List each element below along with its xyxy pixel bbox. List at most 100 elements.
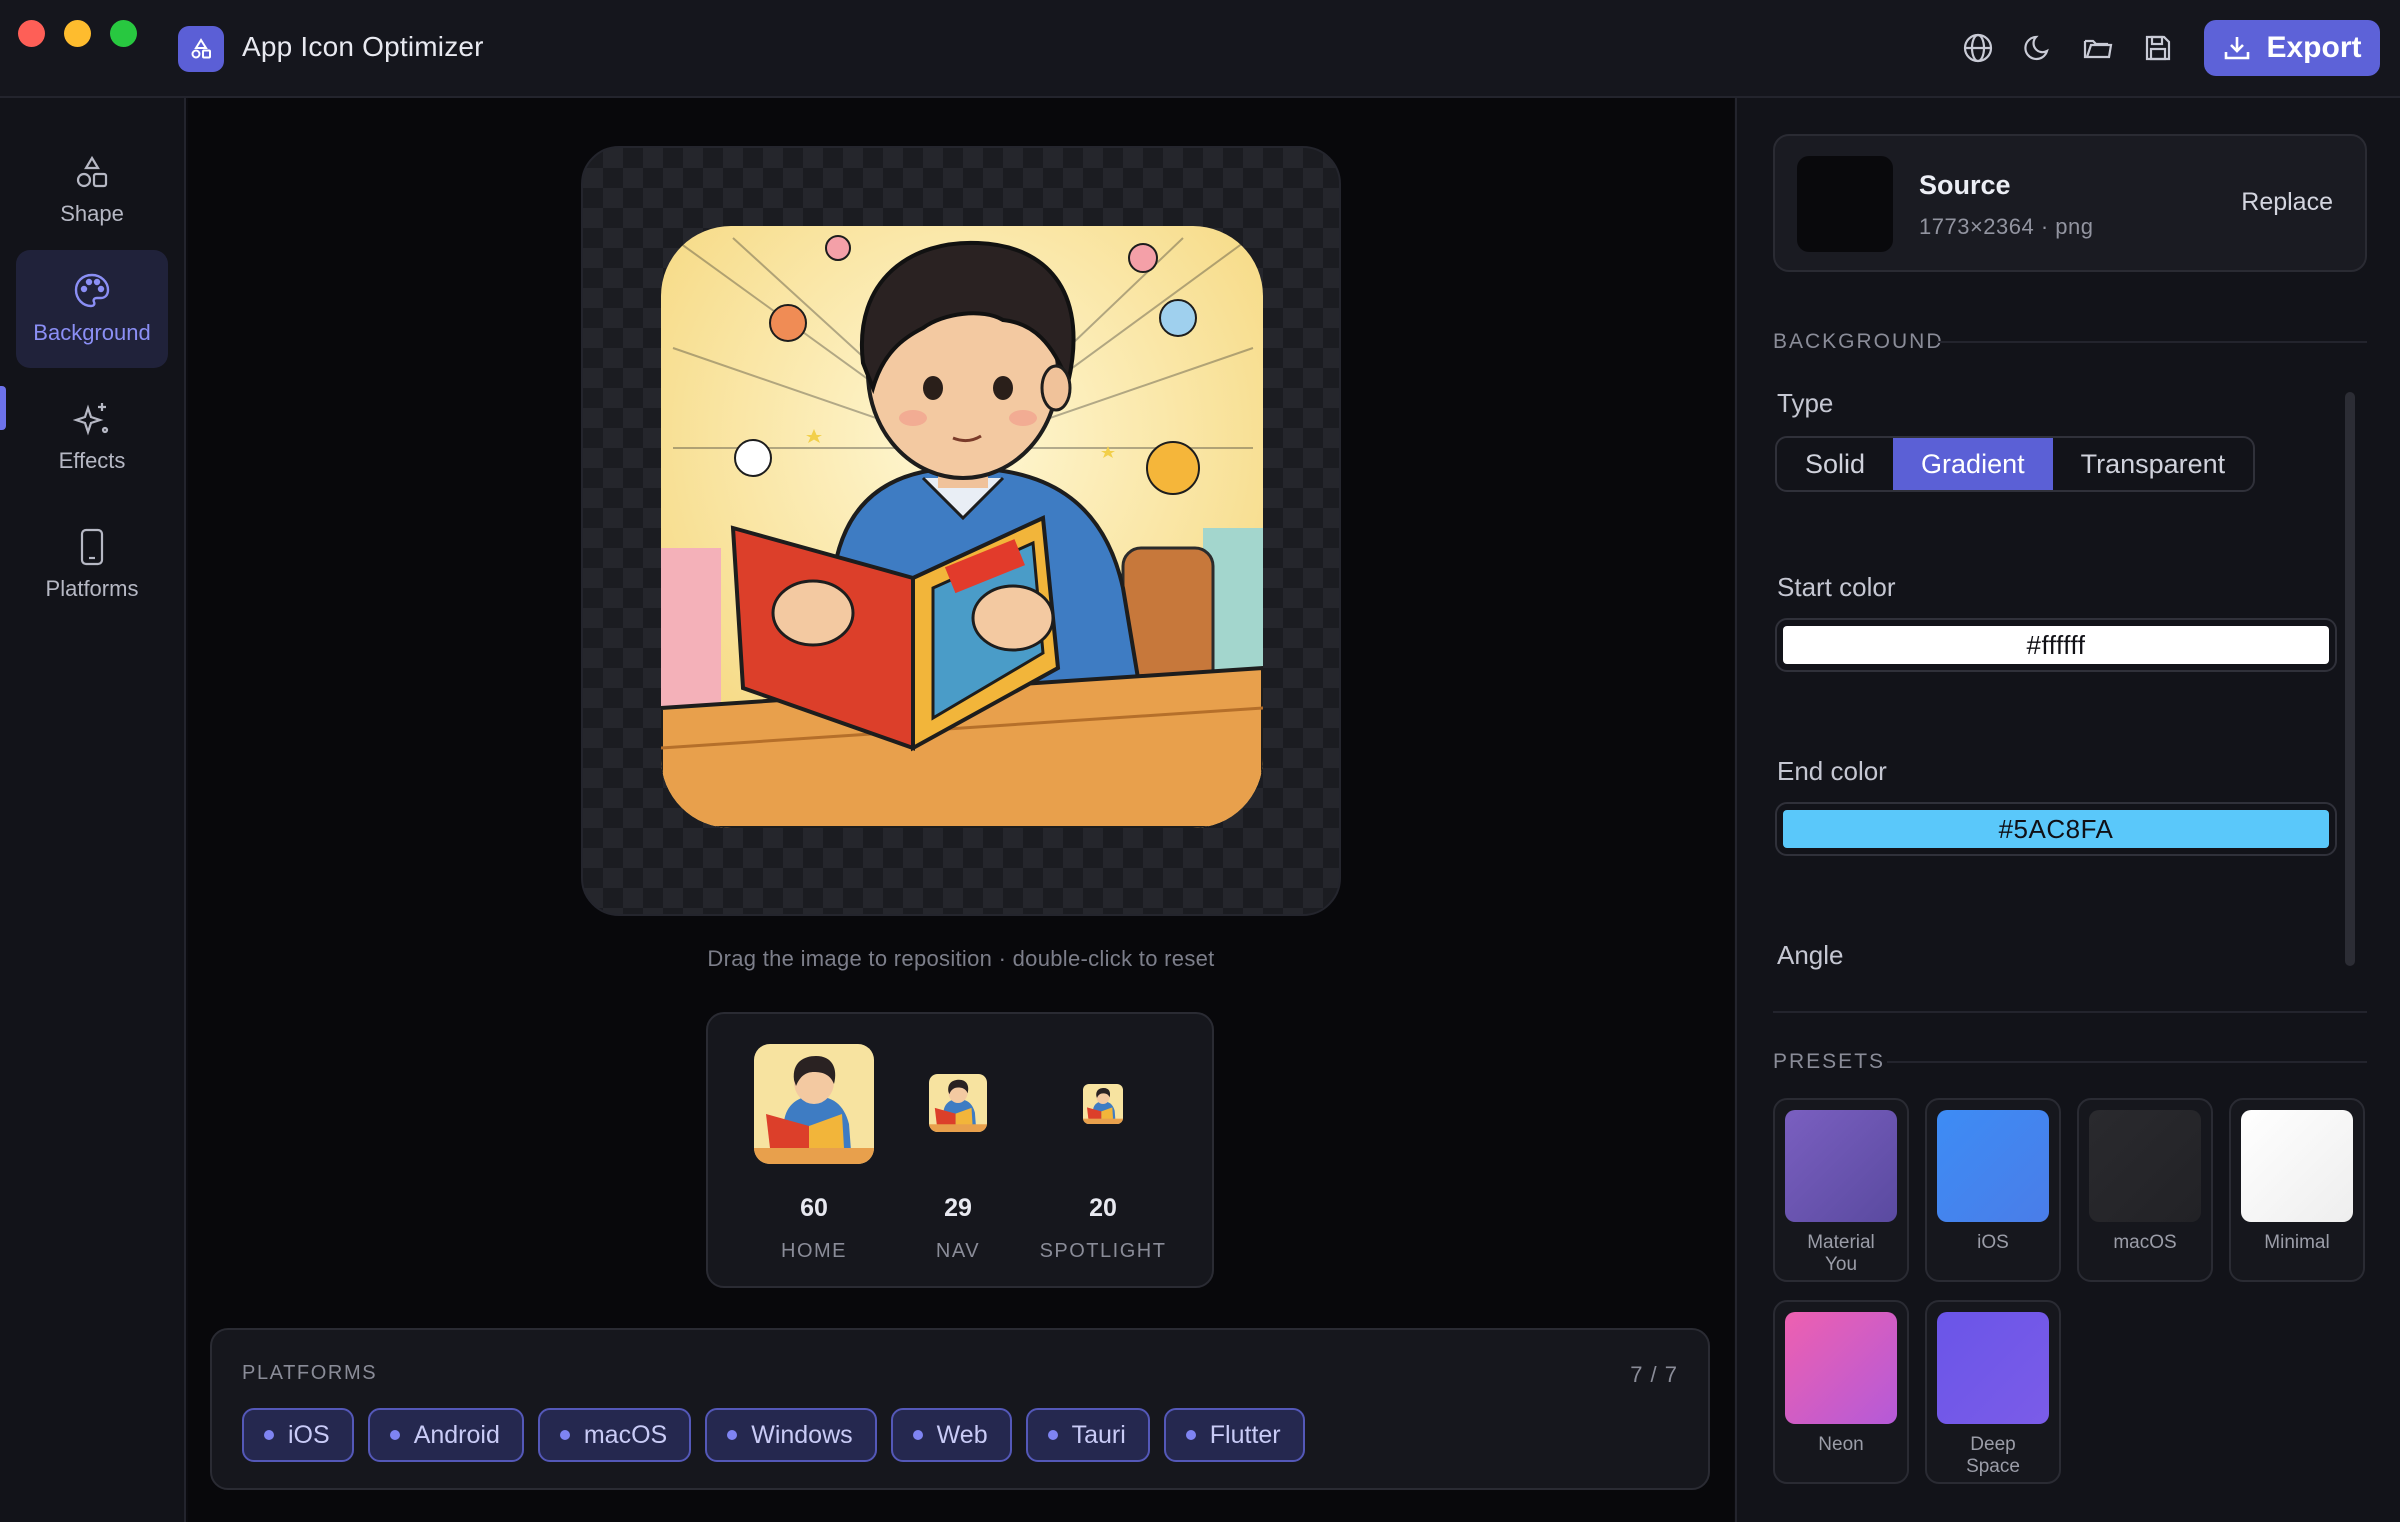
moon-icon[interactable] bbox=[2020, 30, 2056, 66]
chip-dot-icon bbox=[727, 1430, 738, 1440]
source-title: Source bbox=[1919, 170, 2011, 200]
chip-label: Android bbox=[413, 1420, 500, 1449]
preview-size: 60 bbox=[800, 1194, 828, 1222]
icon-canvas[interactable] bbox=[581, 146, 1341, 916]
platforms-card: PLATFORMS 7 / 7 iOS Android macOS Window… bbox=[210, 1328, 1710, 1490]
sidebar-item-label: Background bbox=[33, 320, 151, 345]
preset-label: Minimal bbox=[2264, 1232, 2330, 1253]
shapes-icon bbox=[76, 155, 108, 188]
preset-swatch bbox=[1937, 1110, 2049, 1222]
section-divider bbox=[1773, 1011, 2367, 1013]
preset-label: iOS bbox=[1977, 1232, 2009, 1253]
chip-label: Web bbox=[936, 1420, 988, 1449]
download-icon bbox=[2225, 37, 2250, 60]
type-option-gradient[interactable]: Gradient bbox=[1893, 438, 2053, 490]
start-color-field[interactable]: #ffffff bbox=[1775, 618, 2337, 672]
preset-label: macOS bbox=[2113, 1232, 2177, 1253]
preset-label: Material You bbox=[1807, 1232, 1875, 1275]
minimize-window-button[interactable] bbox=[64, 20, 91, 47]
preset-ios[interactable]: iOS bbox=[1925, 1098, 2061, 1282]
replace-button[interactable]: Replace bbox=[2241, 188, 2333, 217]
preset-material-you[interactable]: Material You bbox=[1773, 1098, 1909, 1282]
presets-section-label: PRESETS bbox=[1773, 1050, 1886, 1073]
source-meta: 1773×2364 · png bbox=[1919, 214, 2094, 239]
chip-dot-icon bbox=[912, 1430, 923, 1440]
preset-deep-space[interactable]: Deep Space bbox=[1925, 1300, 2061, 1484]
sidebar-item-background[interactable]: Background bbox=[16, 250, 168, 368]
preset-swatch bbox=[1785, 1110, 1897, 1222]
platform-chip-macos[interactable]: macOS bbox=[537, 1408, 692, 1462]
platform-chip-web[interactable]: Web bbox=[890, 1408, 1012, 1462]
end-color-value: #5AC8FA bbox=[1783, 810, 2329, 848]
sidebar-item-effects[interactable]: Effects bbox=[16, 378, 168, 496]
nav-icon-preview bbox=[929, 1074, 987, 1132]
start-color-value: #ffffff bbox=[1783, 626, 2329, 664]
preset-macos[interactable]: macOS bbox=[2077, 1098, 2213, 1282]
platform-chip-flutter[interactable]: Flutter bbox=[1163, 1408, 1305, 1462]
section-divider bbox=[1887, 1061, 2367, 1063]
sidebar-item-label: Effects bbox=[58, 448, 126, 473]
zoom-window-button[interactable] bbox=[110, 20, 137, 47]
preview-label: SPOTLIGHT bbox=[1039, 1240, 1167, 1262]
platform-chip-ios[interactable]: iOS bbox=[242, 1408, 354, 1462]
preset-neon[interactable]: Neon bbox=[1773, 1300, 1909, 1484]
preset-label: Deep Space bbox=[1966, 1434, 2020, 1477]
title-bar: App Icon Optimizer Export bbox=[0, 0, 2400, 98]
device-icon bbox=[80, 528, 104, 566]
type-option-solid[interactable]: Solid bbox=[1777, 438, 1893, 490]
sidebar-item-label: Shape bbox=[60, 201, 124, 226]
background-section-label: BACKGROUND bbox=[1773, 330, 1944, 353]
chip-dot-icon bbox=[1185, 1430, 1196, 1440]
preview-size: 20 bbox=[1089, 1194, 1117, 1222]
panel-scrollbar[interactable] bbox=[2345, 392, 2355, 966]
platform-chip-android[interactable]: Android bbox=[367, 1408, 524, 1462]
chip-dot-icon bbox=[1047, 1430, 1058, 1440]
chip-label: macOS bbox=[583, 1420, 668, 1449]
save-icon[interactable] bbox=[2140, 30, 2176, 66]
source-card: Source 1773×2364 · png Replace bbox=[1773, 134, 2367, 272]
chip-label: Flutter bbox=[1209, 1420, 1281, 1449]
platforms-title: PLATFORMS bbox=[242, 1362, 378, 1384]
export-button[interactable]: Export bbox=[2204, 20, 2380, 76]
preset-swatch bbox=[2089, 1110, 2201, 1222]
platform-chip-tauri[interactable]: Tauri bbox=[1025, 1408, 1150, 1462]
export-label: Export bbox=[2266, 31, 2362, 64]
sidebar-item-shape[interactable]: Shape bbox=[16, 132, 168, 250]
globe-icon[interactable] bbox=[1960, 30, 1996, 66]
close-window-button[interactable] bbox=[18, 20, 45, 47]
sidebar-item-platforms[interactable]: Platforms bbox=[16, 506, 168, 624]
app-logo-icon bbox=[178, 26, 224, 72]
palette-icon bbox=[74, 273, 110, 308]
type-label: Type bbox=[1777, 388, 1834, 418]
sidebar: Shape Background Effects Platforms bbox=[0, 98, 186, 1522]
canvas-hint: Drag the image to reposition · double-cl… bbox=[707, 946, 1215, 971]
start-color-label: Start color bbox=[1777, 572, 1896, 602]
size-preview-card: 60 HOME 29 NAV 20 SPOTLIGHT bbox=[706, 1012, 1214, 1288]
preset-swatch bbox=[1937, 1312, 2049, 1424]
platform-chip-windows[interactable]: Windows bbox=[705, 1408, 877, 1462]
spotlight-icon-preview bbox=[1083, 1084, 1123, 1124]
chip-label: Tauri bbox=[1071, 1420, 1126, 1449]
platforms-count: 7 / 7 bbox=[1630, 1362, 1678, 1387]
end-color-field[interactable]: #5AC8FA bbox=[1775, 802, 2337, 856]
chip-label: Windows bbox=[751, 1420, 853, 1449]
platform-chip-list: iOS Android macOS Windows Web Tauri Flut… bbox=[242, 1408, 1305, 1462]
preset-swatch bbox=[1785, 1312, 1897, 1424]
type-option-transparent[interactable]: Transparent bbox=[2053, 438, 2254, 490]
chip-dot-icon bbox=[264, 1430, 274, 1440]
background-type-segmented-control: Solid Gradient Transparent bbox=[1775, 436, 2256, 492]
chip-label: iOS bbox=[288, 1420, 330, 1449]
preset-minimal[interactable]: Minimal bbox=[2229, 1098, 2365, 1282]
preview-label: HOME bbox=[781, 1240, 847, 1262]
active-nav-indicator bbox=[0, 386, 6, 430]
inspector-panel: Source 1773×2364 · png Replace BACKGROUN… bbox=[1735, 98, 2400, 1522]
home-icon-preview bbox=[754, 1044, 874, 1164]
preset-label: Neon bbox=[1818, 1434, 1864, 1455]
icon-artwork-image[interactable] bbox=[583, 148, 1341, 916]
preset-swatch bbox=[2241, 1110, 2353, 1222]
main-workspace: Drag the image to reposition · double-cl… bbox=[188, 98, 1734, 1522]
chip-dot-icon bbox=[389, 1430, 400, 1440]
angle-label: Angle bbox=[1777, 940, 1844, 970]
preview-size: 29 bbox=[944, 1194, 972, 1222]
folder-icon[interactable] bbox=[2080, 30, 2116, 66]
